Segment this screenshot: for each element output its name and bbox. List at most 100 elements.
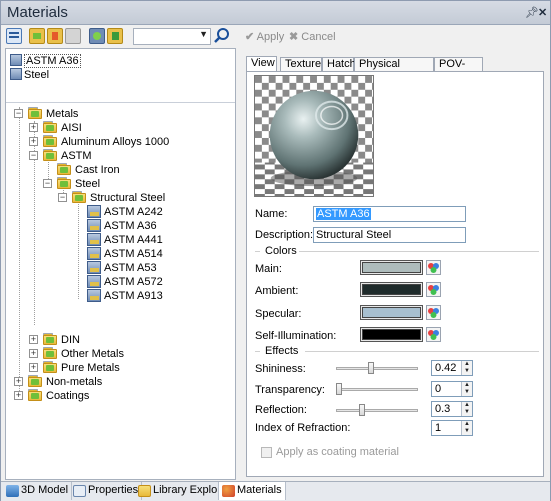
materials-window: Materials 📌︎ ✕ ▼ ✔ Apply ✖ Cancel ASTM A… — [0, 0, 551, 501]
material-icon — [87, 275, 101, 288]
chevron-down-icon[interactable]: ▼ — [199, 29, 208, 39]
expand-icon[interactable]: + — [14, 391, 23, 400]
expand-icon[interactable]: + — [29, 363, 38, 372]
tree-node-label: Metals — [46, 108, 79, 120]
expand-icon[interactable]: + — [29, 335, 38, 344]
filter-combo[interactable]: ▼ — [133, 28, 211, 45]
tree-leaf-label: ASTM A913 — [104, 290, 163, 302]
coating-checkbox[interactable] — [261, 447, 272, 458]
index-of-refraction-spinner[interactable]: 1 ▲ ▼ — [431, 420, 473, 436]
tree-node-label: DIN — [61, 334, 80, 346]
pin-icon[interactable]: 📌︎ — [525, 6, 539, 19]
material-icon — [87, 219, 101, 232]
spinner-arrows-icon[interactable]: ▲ ▼ — [461, 421, 472, 435]
collapse-icon[interactable]: − — [29, 151, 38, 160]
reflection-slider[interactable] — [336, 404, 418, 416]
tree-leaf-label: ASTM A441 — [104, 234, 163, 246]
view-tab-panel: Name: ASTM A36 Description: Structural S… — [246, 71, 544, 477]
tree-leaf-label: ASTM A242 — [104, 206, 163, 218]
import-icon[interactable] — [89, 28, 105, 44]
transparency-slider[interactable] — [336, 383, 418, 395]
collapse-icon[interactable]: − — [14, 109, 23, 118]
name-field[interactable]: ASTM A36 — [313, 206, 466, 222]
tree-node-label: Other Metals — [61, 348, 124, 360]
folder-icon — [57, 177, 71, 189]
folder-icon — [43, 347, 57, 359]
shininess-slider[interactable] — [336, 362, 418, 374]
tree-node-label: Pure Metals — [61, 362, 120, 374]
folder-icon — [43, 121, 57, 133]
color-picker-icon[interactable] — [426, 282, 441, 297]
cube-icon — [6, 485, 19, 497]
recent-materials-list: ASTM A36 Steel — [6, 49, 235, 103]
copy-material-icon[interactable] — [65, 28, 81, 44]
specular-color-swatch[interactable] — [360, 305, 423, 320]
tree-leaf-label: ASTM A572 — [104, 276, 163, 288]
reflection-value: 0.3 — [435, 403, 451, 415]
material-item-astm-a36[interactable]: ASTM A36 — [10, 54, 81, 68]
shininess-spinner[interactable]: 0.42 ▲ ▼ — [431, 360, 473, 376]
tab-texture[interactable]: Texture — [280, 57, 322, 72]
tree-node-label: Coatings — [46, 390, 90, 402]
spinner-arrows-icon[interactable]: ▲ ▼ — [461, 382, 472, 396]
self-illumination-swatch[interactable] — [360, 327, 423, 342]
tab-properties[interactable]: Properties — [70, 482, 143, 500]
tab-materials[interactable]: Materials — [218, 482, 286, 500]
spinner-arrows-icon[interactable]: ▲ ▼ — [461, 361, 472, 375]
expand-icon[interactable]: + — [29, 123, 38, 132]
tree-leaf-label: ASTM A514 — [104, 248, 163, 260]
expand-icon[interactable]: + — [29, 349, 38, 358]
expand-icon[interactable]: + — [29, 137, 38, 146]
folder-icon — [43, 149, 57, 161]
slider-thumb[interactable] — [368, 362, 374, 374]
apply-button[interactable]: ✔ Apply — [245, 30, 284, 43]
search-icon[interactable] — [213, 27, 231, 45]
close-icon[interactable]: ✕ — [538, 6, 547, 19]
color-picker-icon[interactable] — [426, 305, 441, 320]
description-label: Description: — [255, 229, 314, 241]
tab-hatch[interactable]: Hatch — [322, 57, 356, 72]
collapse-icon[interactable]: − — [58, 193, 67, 202]
tab-physical-properties[interactable]: Physical Properties — [354, 57, 434, 83]
name-field-value: ASTM A36 — [316, 208, 371, 220]
properties-editor-icon[interactable] — [6, 28, 22, 44]
tree-leaf-label: ASTM A36 — [104, 220, 157, 232]
description-field[interactable]: Structural Steel — [313, 227, 466, 243]
colors-section-header: Colors — [255, 245, 539, 257]
material-icon — [10, 68, 22, 80]
material-editor: View Texture Hatch Physical Properties P… — [242, 48, 547, 480]
coating-label: Apply as coating material — [276, 446, 399, 458]
materials-icon — [222, 485, 235, 497]
properties-icon — [73, 485, 86, 497]
folder-icon — [43, 135, 57, 147]
slider-thumb[interactable] — [359, 404, 365, 416]
folder-icon — [28, 389, 42, 401]
spinner-arrows-icon[interactable]: ▲ ▼ — [461, 402, 472, 416]
tab-pov-ray[interactable]: POV-Ray — [434, 57, 483, 83]
new-material-icon[interactable] — [47, 28, 63, 44]
material-icon — [87, 261, 101, 274]
apply-label: Apply — [256, 31, 285, 43]
slider-thumb[interactable] — [336, 383, 342, 395]
color-picker-icon[interactable] — [426, 260, 441, 275]
reflection-spinner[interactable]: 0.3 ▲ ▼ — [431, 401, 473, 417]
color-picker-icon[interactable] — [426, 327, 441, 342]
cancel-button[interactable]: ✖ Cancel — [289, 30, 336, 43]
tab-3d-model[interactable]: 3D Model — [3, 482, 73, 500]
material-icon — [87, 247, 101, 260]
material-icon — [10, 54, 22, 66]
new-category-icon[interactable] — [29, 28, 45, 44]
expand-icon[interactable]: + — [14, 377, 23, 386]
main-color-swatch[interactable] — [360, 260, 423, 275]
ambient-color-fill — [362, 284, 421, 295]
tab-view[interactable]: View — [246, 56, 277, 72]
material-item-label: ASTM A36 — [24, 54, 81, 68]
transparency-spinner[interactable]: 0 ▲ ▼ — [431, 381, 473, 397]
folder-icon — [57, 163, 71, 175]
tree-node-label: Steel — [75, 178, 101, 190]
export-icon[interactable] — [107, 28, 123, 44]
index-of-refraction-label: Index of Refraction: — [255, 422, 351, 434]
collapse-icon[interactable]: − — [43, 179, 52, 188]
material-item-steel[interactable]: Steel — [10, 68, 49, 82]
ambient-color-swatch[interactable] — [360, 282, 423, 297]
